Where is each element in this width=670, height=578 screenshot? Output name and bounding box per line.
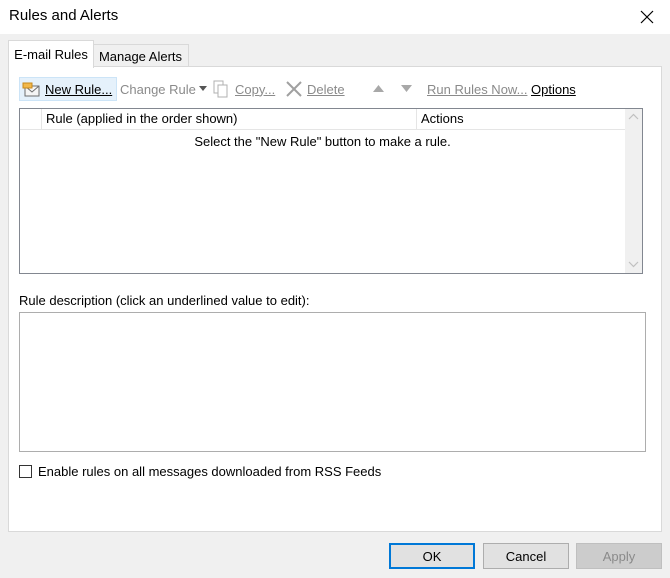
vertical-scrollbar[interactable] [625,109,642,273]
apply-label: Apply [602,548,636,564]
rules-list[interactable]: Rule (applied in the order shown) Action… [19,108,643,274]
cancel-label: Cancel [505,548,547,564]
new-rule-label: New Rule... [45,81,113,97]
title-bar: Rules and Alerts [0,0,670,34]
tab-email-rules[interactable]: E-mail Rules [8,40,94,68]
run-rules-now-button[interactable]: Run Rules Now... [427,77,527,101]
delete-label: Delete [307,81,345,97]
rules-list-header: Rule (applied in the order shown) Action… [20,109,625,130]
cancel-button[interactable]: Cancel [483,543,569,569]
email-rules-panel: New Rule... Change Rule Copy... Delete R… [8,66,662,532]
copy-label: Copy... [235,81,276,97]
ok-button[interactable]: OK [389,543,475,569]
delete-icon [286,81,302,97]
apply-button[interactable]: Apply [576,543,662,569]
tab-label: E-mail Rules [14,47,88,62]
new-rule-icon [22,82,40,97]
tab-label: Manage Alerts [98,48,183,64]
triangle-down-icon [401,85,412,92]
triangle-up-icon [373,85,384,92]
rules-toolbar: New Rule... Change Rule Copy... Delete R… [19,77,659,101]
close-button[interactable] [634,4,660,30]
empty-list-message: Select the "New Rule" button to make a r… [194,134,451,149]
scroll-down-icon[interactable] [625,256,642,273]
options-label: Options [531,81,576,97]
rss-checkbox[interactable] [19,464,32,478]
rss-checkbox-label[interactable]: Enable rules on all messages downloaded … [38,464,381,479]
move-up-button[interactable] [373,77,385,101]
column-header-rule[interactable]: Rule (applied in the order shown) [42,109,417,129]
ok-label: OK [422,548,442,564]
column-header-actions[interactable]: Actions [417,109,625,129]
copy-button[interactable]: Copy... [213,77,275,101]
rule-description-label: Rule description (click an underlined va… [19,293,310,308]
rule-description-box[interactable] [19,312,646,452]
delete-button[interactable]: Delete [285,77,345,101]
tab-manage-alerts[interactable]: Manage Alerts [92,44,189,67]
change-rule-button[interactable]: Change Rule [120,77,208,101]
change-rule-label: Change Rule [120,81,196,97]
close-icon [640,10,654,24]
move-down-button[interactable] [401,77,413,101]
run-rules-now-label: Run Rules Now... [427,81,528,97]
copy-icon [213,80,228,98]
scroll-up-icon[interactable] [625,109,642,126]
window-title: Rules and Alerts [9,7,119,24]
options-button[interactable]: Options [531,77,576,101]
chevron-down-icon [198,86,207,91]
new-rule-button[interactable]: New Rule... [19,77,117,101]
rss-option-row[interactable]: Enable rules on all messages downloaded … [19,462,381,480]
